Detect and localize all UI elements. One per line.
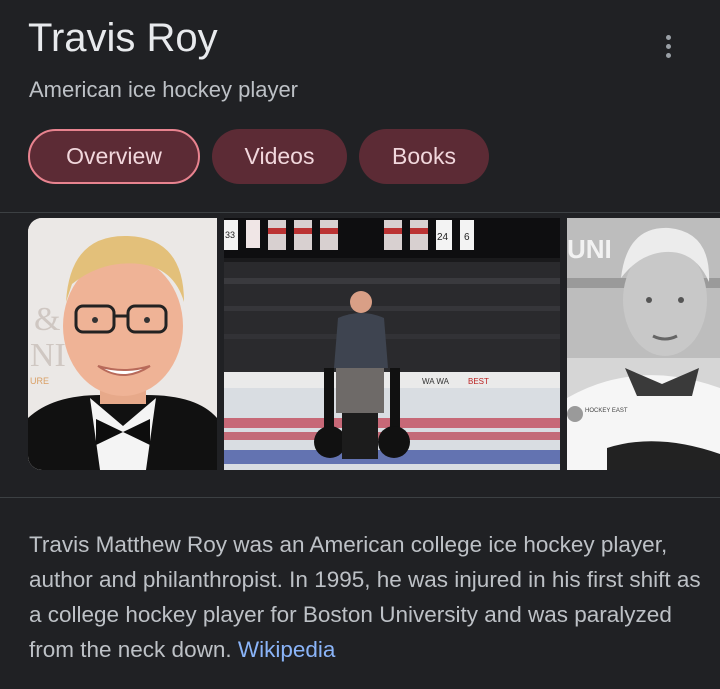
photo-arena[interactable]: 33 24 6 WA WA BEST [224, 218, 560, 470]
board-text-2: BEST [468, 377, 489, 386]
divider-top [0, 212, 720, 213]
banner-number-1: 33 [225, 230, 235, 240]
photo-young-player[interactable]: UNI HOCKEY EAST [567, 218, 720, 470]
banner-number-2: 24 [437, 232, 449, 243]
divider-bottom [0, 497, 720, 498]
entity-description: Travis Matthew Roy was an American colle… [29, 527, 709, 667]
photo3-logo-text: HOCKEY EAST [585, 408, 628, 414]
tab-videos[interactable]: Videos [212, 129, 347, 184]
photo1-bg-text-3: URE [30, 376, 49, 386]
photo3-bg-text: UNI [567, 234, 612, 264]
description-text: Travis Matthew Roy was an American colle… [29, 532, 701, 662]
photo1-bg-text-2: NI [30, 337, 66, 374]
tab-bar: Overview Videos Books [28, 129, 489, 184]
banner-number-3: 6 [464, 232, 470, 243]
photo1-bg-text-1: & [34, 301, 60, 338]
photo-portrait[interactable]: & NI URE [28, 218, 217, 470]
tab-overview[interactable]: Overview [28, 129, 200, 184]
board-text-1: WA WA [422, 377, 450, 386]
entity-title: Travis Roy [28, 16, 218, 60]
entity-subtitle: American ice hockey player [29, 77, 299, 102]
more-options-icon[interactable] [654, 32, 682, 60]
wikipedia-link[interactable]: Wikipedia [238, 637, 336, 662]
tab-books[interactable]: Books [359, 129, 489, 184]
